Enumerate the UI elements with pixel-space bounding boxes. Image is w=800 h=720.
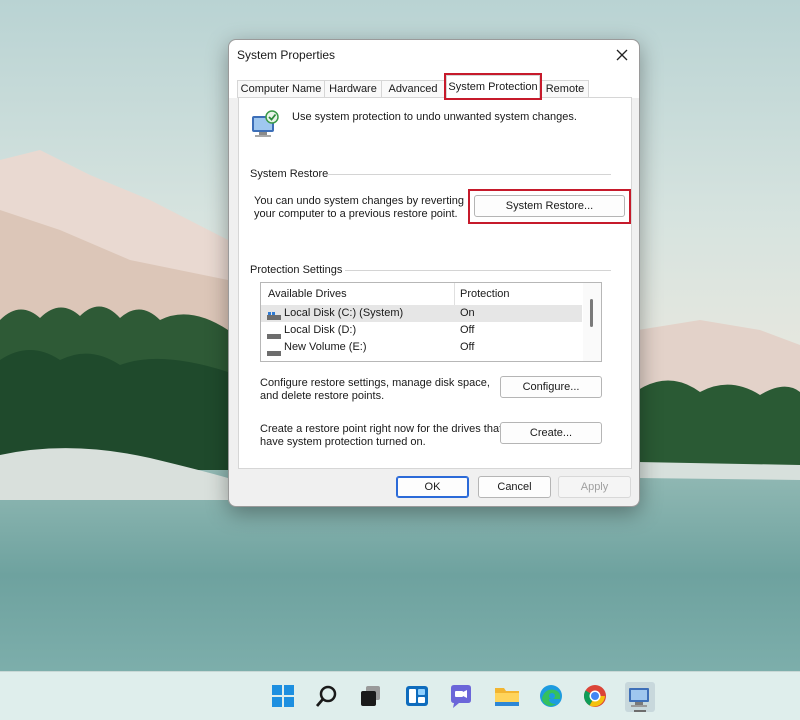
intro-text: Use system protection to undo unwanted s… xyxy=(292,111,577,123)
drive-row[interactable]: Local Disk (C:) (System) On xyxy=(261,305,582,322)
drives-list[interactable]: Available Drives Protection Local Disk (… xyxy=(260,282,602,362)
drive-row[interactable]: New Volume (E:) Off xyxy=(261,339,582,356)
configure-button[interactable]: Configure... xyxy=(500,376,602,398)
drive-row[interactable]: Local Disk (D:) Off xyxy=(261,322,582,339)
search-icon[interactable] xyxy=(313,682,341,710)
apply-button[interactable]: Apply xyxy=(558,476,631,498)
drive-icon xyxy=(267,345,281,356)
close-button[interactable] xyxy=(611,44,633,66)
system-properties-dialog: System Properties Computer Name Hardware… xyxy=(228,39,640,507)
drive-protection-status: Off xyxy=(460,324,475,336)
taskbar xyxy=(0,671,800,720)
teams-chat-icon[interactable] xyxy=(447,682,475,710)
title-bar: System Properties xyxy=(229,40,639,70)
windows-start-icon[interactable] xyxy=(269,682,297,710)
dialog-footer: OK Cancel Apply xyxy=(229,468,639,506)
system-protection-icon xyxy=(250,108,280,138)
group-divider xyxy=(345,270,611,271)
system-protection-panel: Use system protection to undo unwanted s… xyxy=(238,97,632,469)
group-divider xyxy=(328,174,611,175)
tab-hardware[interactable]: Hardware xyxy=(324,80,382,98)
ok-button[interactable]: OK xyxy=(396,476,469,498)
widgets-icon[interactable] xyxy=(403,682,431,710)
cancel-button[interactable]: Cancel xyxy=(478,476,551,498)
column-header-available-drives: Available Drives xyxy=(268,288,347,300)
drive-protection-status: On xyxy=(460,307,475,319)
system-properties-app-icon[interactable] xyxy=(625,682,655,712)
tab-advanced[interactable]: Advanced xyxy=(381,80,445,98)
create-button[interactable]: Create... xyxy=(500,422,602,444)
create-description-line2: have system protection turned on. xyxy=(260,436,426,448)
task-view-icon[interactable] xyxy=(357,682,385,710)
list-scrollbar[interactable] xyxy=(583,283,601,361)
system-restore-description-line2: your computer to a previous restore poin… xyxy=(254,208,458,220)
system-drive-icon xyxy=(267,310,281,320)
drive-name: Local Disk (D:) xyxy=(284,324,357,336)
system-restore-description-line1: You can undo system changes by reverting xyxy=(254,195,464,207)
tab-remote[interactable]: Remote xyxy=(541,80,589,98)
drive-name: Local Disk (C:) (System) xyxy=(284,307,404,319)
protection-settings-heading: Protection Settings xyxy=(250,264,343,276)
close-icon xyxy=(616,49,628,61)
column-header-protection: Protection xyxy=(454,283,510,305)
drive-name: New Volume (E:) xyxy=(284,341,367,353)
configure-description-line1: Configure restore settings, manage disk … xyxy=(260,377,490,389)
scrollbar-thumb[interactable] xyxy=(590,299,593,327)
configure-description-line2: and delete restore points. xyxy=(260,390,385,402)
system-restore-button[interactable]: System Restore... xyxy=(474,195,625,217)
window-title: System Properties xyxy=(237,48,336,62)
drive-protection-status: Off xyxy=(460,341,475,353)
edge-icon[interactable] xyxy=(537,682,565,710)
file-explorer-icon[interactable] xyxy=(493,682,521,710)
chrome-icon[interactable] xyxy=(581,682,609,710)
drive-icon xyxy=(267,328,281,339)
tab-system-protection[interactable]: System Protection xyxy=(444,73,542,100)
tab-strip: Computer Name Hardware Advanced System P… xyxy=(229,70,639,100)
system-restore-heading: System Restore xyxy=(250,168,329,180)
tab-computer-name[interactable]: Computer Name xyxy=(237,80,325,98)
create-description-line1: Create a restore point right now for the… xyxy=(260,423,503,435)
